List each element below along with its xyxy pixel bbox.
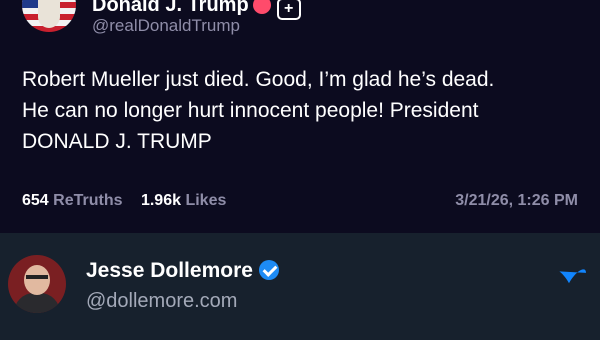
avatar[interactable] bbox=[8, 255, 66, 313]
author-handle[interactable]: @realDonaldTrump bbox=[92, 16, 240, 36]
post-text-line: He can no longer hurt innocent people! P… bbox=[22, 99, 479, 122]
follow-plus-button[interactable]: + bbox=[276, 0, 301, 20]
bluesky-author-card: Jesse Dollemore @dollemore.com bbox=[0, 233, 600, 340]
post-timestamp: 3/21/26, 1:26 PM bbox=[455, 192, 578, 209]
verified-check-icon bbox=[258, 260, 279, 280]
author-name-text: Donald J. Trump bbox=[92, 0, 249, 16]
avatar-face bbox=[24, 265, 50, 295]
verified-badge-icon bbox=[252, 0, 271, 14]
avatar-glasses bbox=[26, 275, 48, 279]
post-text: Robert Mueller just died. Good, I’m glad… bbox=[22, 64, 582, 157]
post-text-line: DONALD J. TRUMP bbox=[22, 130, 212, 153]
likes-stat[interactable]: 1.96k Likes bbox=[141, 192, 226, 209]
bluesky-author-handle[interactable]: @dollemore.com bbox=[86, 290, 237, 313]
bluesky-author-name[interactable]: Jesse Dollemore bbox=[86, 259, 279, 283]
avatar-shirt bbox=[14, 293, 60, 313]
likes-label: Likes bbox=[185, 192, 227, 209]
post-text-line: Robert Mueller just died. Good, I’m glad… bbox=[22, 68, 495, 91]
retruths-stat[interactable]: 654 ReTruths bbox=[22, 192, 123, 209]
retruths-count: 654 bbox=[22, 192, 49, 209]
likes-count: 1.96k bbox=[140, 192, 181, 209]
bluesky-author-name-text: Jesse Dollemore bbox=[86, 259, 253, 282]
truth-social-post: Donald J. Trump + @realDonaldTrump Robert… bbox=[0, 0, 600, 233]
avatar[interactable] bbox=[22, 0, 76, 32]
post-stats: 654 ReTruths 1.96k Likes bbox=[22, 192, 240, 210]
retruths-label: ReTruths bbox=[53, 192, 123, 209]
bluesky-butterfly-icon bbox=[559, 269, 586, 284]
